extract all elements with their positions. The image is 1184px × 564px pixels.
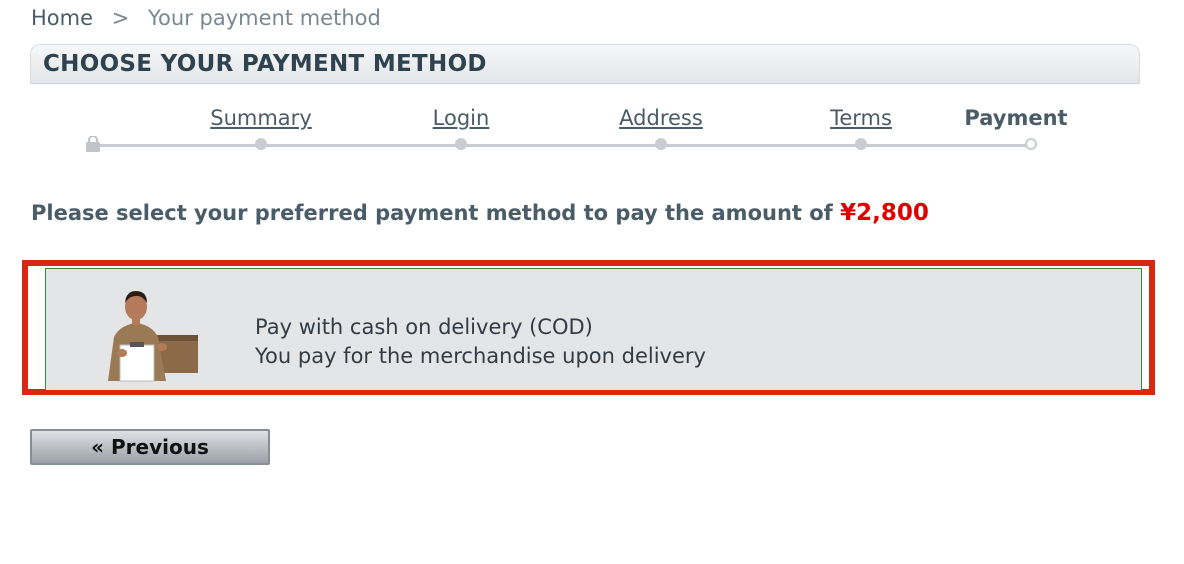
cod-payment-option[interactable]: Pay with cash on delivery (COD) You pay … — [45, 268, 1142, 390]
page-heading-bar: CHOOSE YOUR PAYMENT METHOD — [30, 44, 1140, 84]
page-title: CHOOSE YOUR PAYMENT METHOD — [43, 51, 487, 77]
cod-option-description: You pay for the merchandise upon deliver… — [255, 344, 706, 368]
step-login-link[interactable]: Login — [433, 106, 490, 130]
payment-intro-text: Please select your preferred payment met… — [31, 200, 929, 226]
lock-icon — [86, 136, 100, 152]
order-amount: ¥2,800 — [840, 200, 929, 226]
courier-delivery-image — [108, 291, 198, 382]
breadcrumb-current: Your payment method — [148, 6, 381, 30]
checkout-steps: Summary Login Address Terms Payment — [0, 100, 1184, 160]
breadcrumb-separator: > — [111, 6, 130, 30]
step-login-dot — [455, 138, 467, 150]
cod-option-text: Pay with cash on delivery (COD) You pay … — [255, 313, 706, 371]
breadcrumb-home-link[interactable]: Home — [31, 6, 93, 30]
previous-button[interactable]: « Previous — [30, 429, 270, 465]
step-address-link[interactable]: Address — [619, 106, 703, 130]
step-payment-label: Payment — [964, 106, 1068, 130]
step-summary-dot — [255, 138, 267, 150]
step-summary-link[interactable]: Summary — [210, 106, 311, 130]
steps-track — [92, 144, 1032, 147]
step-address-dot — [655, 138, 667, 150]
breadcrumb: Home > Your payment method — [31, 6, 381, 30]
step-payment-dot — [1025, 138, 1037, 150]
cod-option-title: Pay with cash on delivery (COD) — [255, 315, 593, 339]
step-terms-link[interactable]: Terms — [830, 106, 892, 130]
intro-text: Please select your preferred payment met… — [31, 201, 841, 225]
step-terms-dot — [855, 138, 867, 150]
